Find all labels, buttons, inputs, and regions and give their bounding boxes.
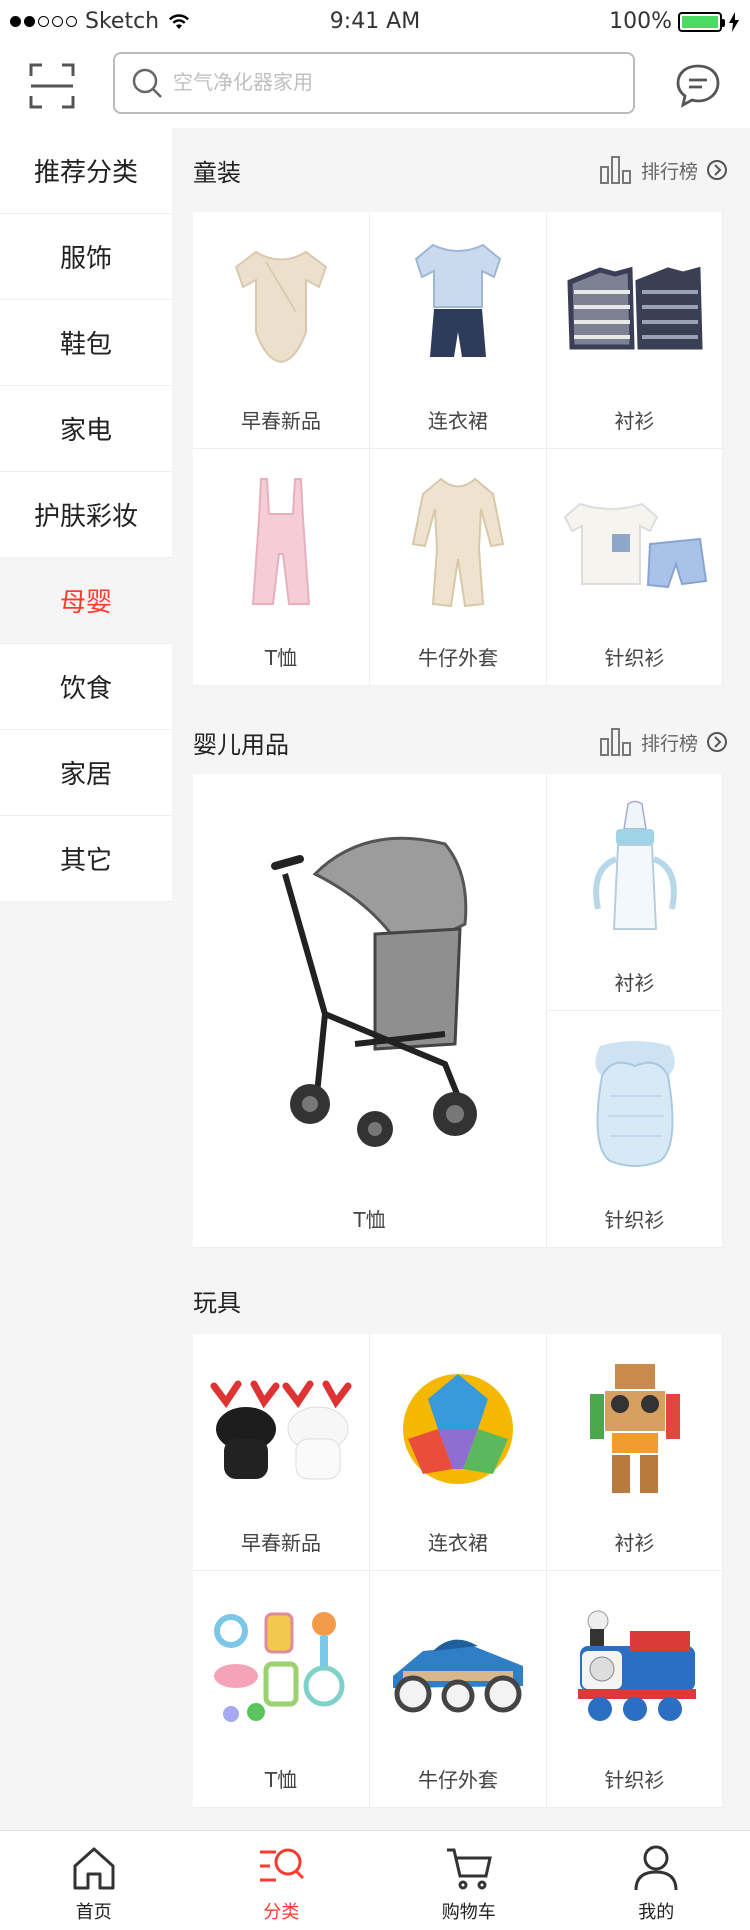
rattle-set-image	[206, 1596, 356, 1736]
profile-icon	[634, 1845, 678, 1891]
baby-bottle-image	[560, 799, 710, 939]
bar-chart-icon	[599, 728, 631, 756]
bar-chart-icon	[599, 156, 631, 184]
product-tile[interactable]: 针织衫	[547, 1011, 723, 1248]
product-grid-baby: T恤 衬衫 针织衫	[193, 774, 723, 1248]
category-icon	[260, 1848, 305, 1882]
cart-icon	[446, 1848, 492, 1890]
product-label: 牛仔外套	[418, 1768, 498, 1792]
section-header-toys: 玩具	[193, 1275, 728, 1325]
product-label: 衬衫	[614, 971, 655, 995]
pink-overalls-image	[206, 474, 356, 614]
home-icon	[73, 1847, 115, 1890]
tee-shorts-image	[560, 474, 710, 614]
sidebar-item-recommended[interactable]: 推荐分类	[0, 128, 172, 214]
chevron-right-icon	[707, 160, 727, 180]
toy-train-image	[560, 1596, 710, 1736]
product-tile[interactable]: 连衣裙	[370, 1334, 547, 1571]
product-tile[interactable]: T恤	[193, 1571, 370, 1808]
sidebar-item-other[interactable]: 其它	[0, 816, 172, 902]
ranking-link[interactable]: 排行榜	[599, 155, 728, 185]
battery-icon	[678, 11, 725, 32]
product-grid-kids: 早春新品 连衣裙 衬衫 T恤 牛仔外套 针织衫	[193, 212, 723, 686]
section-header-kids: 童装 排行榜	[193, 145, 728, 195]
status-right: 100%	[609, 9, 740, 34]
product-tile[interactable]: 针织衫	[547, 449, 723, 686]
plush-moose-image	[206, 1359, 356, 1499]
sidebar-item-appliances[interactable]: 家电	[0, 386, 172, 472]
sidebar-item-beauty[interactable]: 护肤彩妆	[0, 472, 172, 558]
product-label: 早春新品	[241, 409, 321, 433]
stroller-image	[250, 804, 490, 1164]
onesie-image	[206, 237, 356, 377]
toy-car-image	[383, 1596, 533, 1736]
tab-category[interactable]: 分类	[188, 1831, 376, 1930]
battery-percent: 100%	[609, 9, 672, 34]
header	[0, 44, 750, 128]
product-label: 连衣裙	[428, 1531, 488, 1555]
product-tile[interactable]: 早春新品	[193, 1334, 370, 1571]
bib-image	[560, 1036, 710, 1176]
ranking-link[interactable]: 排行榜	[599, 727, 728, 757]
charging-icon	[729, 11, 739, 32]
product-label: 针织衫	[604, 1208, 665, 1232]
product-label: T恤	[264, 1768, 298, 1792]
tab-bar: 首页 分类 购物车 我的	[0, 1830, 750, 1930]
status-bar: Sketch 9:41 AM 100%	[0, 0, 750, 44]
section-title: 婴儿用品	[193, 730, 289, 759]
product-label: T恤	[353, 1208, 386, 1232]
product-label: 针织衫	[604, 1768, 665, 1792]
chevron-right-icon	[707, 732, 727, 752]
tab-profile[interactable]: 我的	[563, 1831, 750, 1930]
tab-home[interactable]: 首页	[0, 1831, 188, 1930]
product-label: 早春新品	[241, 1531, 321, 1555]
romper-image	[383, 474, 533, 614]
product-tile[interactable]: 针织衫	[547, 1571, 723, 1808]
product-tile[interactable]: 牛仔外套	[370, 1571, 547, 1808]
sidebar-item-food[interactable]: 饮食	[0, 644, 172, 730]
search-input[interactable]	[173, 71, 613, 95]
section-header-baby: 婴儿用品 排行榜	[193, 717, 728, 767]
section-title: 童装	[193, 158, 241, 187]
product-label: 牛仔外套	[418, 646, 498, 670]
search-bar[interactable]	[113, 52, 635, 114]
striped-sweaters-image	[560, 237, 710, 377]
product-tile[interactable]: T恤	[193, 774, 547, 1248]
sidebar-item-apparel[interactable]: 服饰	[0, 214, 172, 300]
section-title: 玩具	[193, 1288, 241, 1317]
product-tile[interactable]: 牛仔外套	[370, 449, 547, 686]
product-label: 连衣裙	[428, 409, 488, 433]
product-tile[interactable]: T恤	[193, 449, 370, 686]
sidebar-item-mother-baby[interactable]: 母婴	[0, 558, 172, 644]
tab-cart[interactable]: 购物车	[375, 1831, 563, 1930]
wooden-robot-image	[560, 1359, 710, 1499]
product-grid-toys: 早春新品 连衣裙 衬衫 T恤 牛仔外套 针织衫	[193, 1334, 723, 1808]
product-tile[interactable]: 衬衫	[547, 774, 723, 1011]
tab-label: 购物车	[441, 1902, 496, 1923]
ranking-label: 排行榜	[640, 160, 698, 183]
scan-icon[interactable]	[28, 62, 76, 110]
search-icon	[132, 68, 162, 98]
category-sidebar: 推荐分类 服饰 鞋包 家电 护肤彩妆 母婴 饮食 家居 其它	[0, 128, 172, 902]
ranking-label: 排行榜	[640, 732, 698, 755]
soft-ball-image	[383, 1359, 533, 1499]
product-tile[interactable]: 衬衫	[547, 1334, 723, 1571]
product-label: 衬衫	[614, 409, 655, 433]
product-tile[interactable]: 衬衫	[547, 212, 723, 449]
product-tile[interactable]: 早春新品	[193, 212, 370, 449]
sidebar-item-home[interactable]: 家居	[0, 730, 172, 816]
tab-label: 分类	[263, 1902, 300, 1923]
shirt-shorts-image	[383, 237, 533, 377]
tab-label: 我的	[638, 1902, 675, 1923]
tab-label: 首页	[75, 1902, 112, 1923]
product-label: 针织衫	[604, 646, 665, 670]
product-label: 衬衫	[614, 1531, 655, 1555]
sidebar-item-shoes-bags[interactable]: 鞋包	[0, 300, 172, 386]
product-tile[interactable]: 连衣裙	[370, 212, 547, 449]
product-label: T恤	[264, 646, 298, 670]
message-icon[interactable]	[674, 62, 722, 110]
